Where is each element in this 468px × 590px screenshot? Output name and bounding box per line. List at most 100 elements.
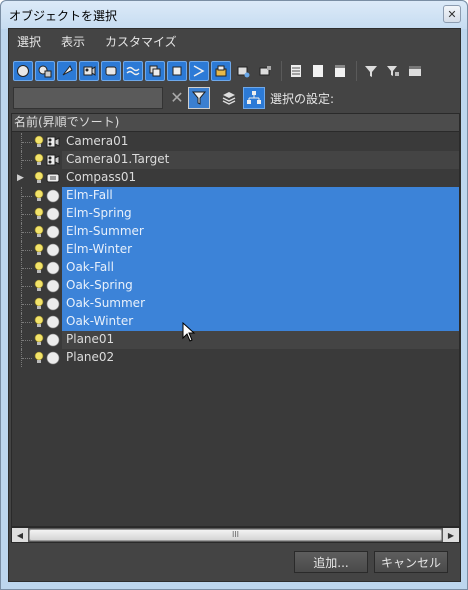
visibility-bulb-icon[interactable] <box>34 297 44 311</box>
filter-toggle-button[interactable] <box>188 87 210 109</box>
xref-filter-button[interactable] <box>167 61 187 81</box>
visibility-bulb-icon[interactable] <box>34 333 44 347</box>
list-item-label: Oak-Fall <box>66 260 114 274</box>
menu-customize[interactable]: カスタマイズ <box>105 33 177 50</box>
display-blank-button[interactable] <box>308 61 328 81</box>
close-button[interactable]: ✕ <box>443 5 461 23</box>
tree-line <box>21 205 35 223</box>
filter-options-button[interactable] <box>383 61 403 81</box>
list-item[interactable]: Plane02 <box>12 349 459 367</box>
visibility-bulb-icon[interactable] <box>34 225 44 239</box>
bone-filter-button[interactable] <box>189 61 209 81</box>
list-item-label: Elm-Summer <box>66 224 144 238</box>
visibility-bulb-icon[interactable] <box>34 279 44 293</box>
list-icon <box>291 65 301 77</box>
list-item[interactable]: Oak-Spring <box>12 277 459 295</box>
helper-filter-button[interactable] <box>101 61 121 81</box>
geometry-filter-button[interactable] <box>13 61 33 81</box>
list-item[interactable]: Plane01 <box>12 331 459 349</box>
hierarchy-button[interactable] <box>243 87 265 109</box>
camera-filter-button[interactable] <box>79 61 99 81</box>
list-item[interactable]: Elm-Summer <box>12 223 459 241</box>
visibility-bulb-icon[interactable] <box>34 135 44 149</box>
scroll-thumb[interactable]: III <box>29 529 442 541</box>
menu-select[interactable]: 選択 <box>17 33 41 50</box>
group-filter-button[interactable] <box>145 61 165 81</box>
sphere-icon <box>46 351 60 365</box>
page-icon <box>313 65 323 77</box>
sphere-icon <box>46 243 60 257</box>
scroll-right-button[interactable]: ▶ <box>443 528 459 542</box>
camera-icon <box>46 136 60 148</box>
list-item-label: Oak-Winter <box>66 314 134 328</box>
add-button[interactable]: 追加... <box>294 551 368 573</box>
group-icon <box>149 65 161 77</box>
tree-line <box>21 241 35 259</box>
list-item[interactable]: ▶ Compass01 <box>12 169 459 187</box>
tree-line <box>21 331 35 349</box>
tree-line <box>21 349 35 367</box>
horizontal-scrollbar[interactable]: ◀ III ▶ <box>11 527 460 543</box>
spacewarp-filter-button[interactable] <box>123 61 143 81</box>
dialog-client: 選択 表示 カスタマイズ ✕ 選択の設定: 名前(昇順でソート) Camera0… <box>8 28 461 582</box>
camera-icon <box>46 154 60 166</box>
visibility-bulb-icon[interactable] <box>34 315 44 329</box>
visibility-bulb-icon[interactable] <box>34 153 44 167</box>
list-item[interactable]: Oak-Summer <box>12 295 459 313</box>
list-item-label: Elm-Winter <box>66 242 133 256</box>
visibility-bulb-icon[interactable] <box>34 189 44 203</box>
display-header-button[interactable] <box>330 61 350 81</box>
shape-filter-button[interactable] <box>35 61 55 81</box>
clear-search-icon[interactable]: ✕ <box>168 88 186 108</box>
tree-line <box>21 277 35 295</box>
expand-arrow-icon[interactable]: ▶ <box>17 172 25 184</box>
funnel-gear-icon <box>387 66 399 76</box>
columns-button[interactable] <box>405 61 425 81</box>
visibility-bulb-icon[interactable] <box>34 171 44 185</box>
name-column-header[interactable]: 名前(昇順でソート) <box>12 114 459 132</box>
list-item-label: Oak-Spring <box>66 278 133 292</box>
filter-button[interactable] <box>361 61 381 81</box>
cancel-button[interactable]: キャンセル <box>374 551 448 573</box>
toolbar-separator <box>356 61 357 81</box>
visibility-bulb-icon[interactable] <box>34 207 44 221</box>
visibility-bulb-icon[interactable] <box>34 243 44 257</box>
tree-line <box>21 133 35 151</box>
sphere-icon <box>46 189 60 203</box>
list-item[interactable]: Oak-Winter <box>12 313 459 331</box>
list-item[interactable]: Camera01 <box>12 133 459 151</box>
selection-settings-label: 選択の設定: <box>270 92 335 106</box>
search-input[interactable] <box>13 87 163 109</box>
title-bar[interactable]: オブジェクトを選択 ✕ <box>1 1 467 29</box>
visibility-bulb-icon[interactable] <box>34 261 44 275</box>
list-item[interactable]: Camera01.Target <box>12 151 459 169</box>
tree-line <box>21 223 35 241</box>
columns-icon <box>409 66 421 76</box>
row-highlight <box>62 187 459 205</box>
row-highlight <box>62 349 459 367</box>
object-list-panel: 名前(昇順でソート) Camera01 Camera01.Target ▶ Compa… <box>11 113 460 527</box>
display-list-button[interactable] <box>286 61 306 81</box>
sphere-icon <box>46 207 60 221</box>
hidden-filter-button[interactable] <box>255 61 275 81</box>
sphere-icon <box>46 315 60 329</box>
light-filter-button[interactable] <box>57 61 77 81</box>
list-item[interactable]: Oak-Fall <box>12 259 459 277</box>
light-icon <box>62 65 73 76</box>
frozen-filter-button[interactable] <box>233 61 253 81</box>
list-item-label: Camera01 <box>66 134 129 148</box>
scroll-left-button[interactable]: ◀ <box>12 528 28 542</box>
menu-display[interactable]: 表示 <box>61 33 85 50</box>
list-item[interactable]: Elm-Spring <box>12 205 459 223</box>
list-item[interactable]: Elm-Winter <box>12 241 459 259</box>
layers-button[interactable] <box>219 87 239 109</box>
list-item-label: Compass01 <box>66 170 137 184</box>
camera-icon <box>83 66 96 76</box>
list-item[interactable]: Elm-Fall <box>12 187 459 205</box>
list-item-label: Plane02 <box>66 350 115 364</box>
container-filter-button[interactable] <box>211 61 231 81</box>
visibility-bulb-icon[interactable] <box>34 351 44 365</box>
filter-toolbar <box>13 57 427 85</box>
helper-icon <box>105 66 117 76</box>
list-item-label: Oak-Summer <box>66 296 145 310</box>
